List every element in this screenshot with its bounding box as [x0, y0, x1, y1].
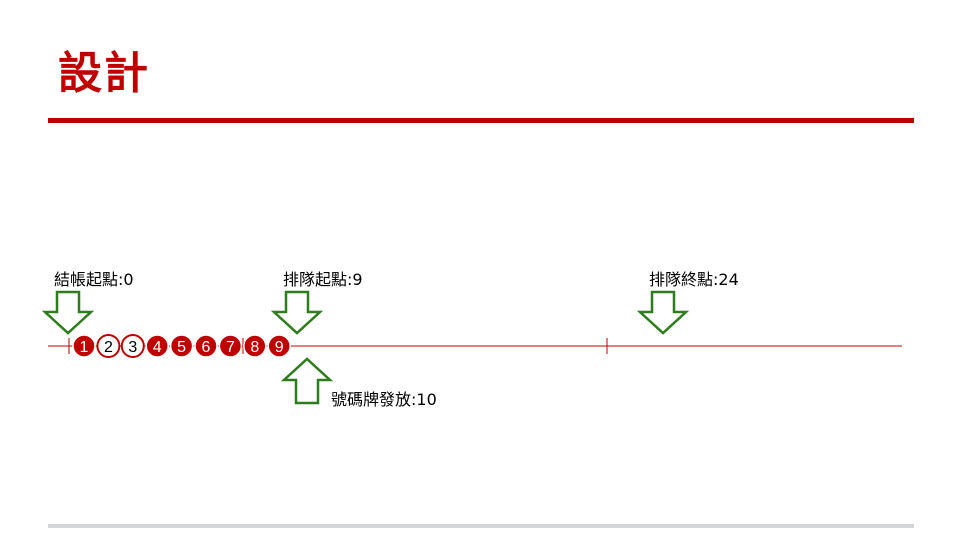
token-1-label: 1 — [80, 339, 89, 356]
token-6-label: 6 — [202, 339, 211, 356]
token-9-label: 9 — [275, 339, 284, 356]
timeline-diagram: 123456789 — [41, 290, 902, 405]
footer-rule — [48, 524, 914, 528]
queue-tokens: 123456789 — [72, 334, 291, 358]
token-5-label: 5 — [177, 339, 186, 356]
token-4-label: 4 — [153, 339, 162, 356]
token-3-label: 3 — [128, 339, 137, 356]
token-8-label: 8 — [250, 339, 259, 356]
ticket-issue-arrow-icon — [280, 357, 334, 405]
queue-end-arrow-icon — [636, 290, 690, 335]
token-7-label: 7 — [226, 339, 235, 356]
checkout-start-arrow-icon — [41, 290, 95, 335]
token-2-label: 2 — [104, 339, 113, 356]
queue-start-arrow-icon — [270, 290, 324, 335]
